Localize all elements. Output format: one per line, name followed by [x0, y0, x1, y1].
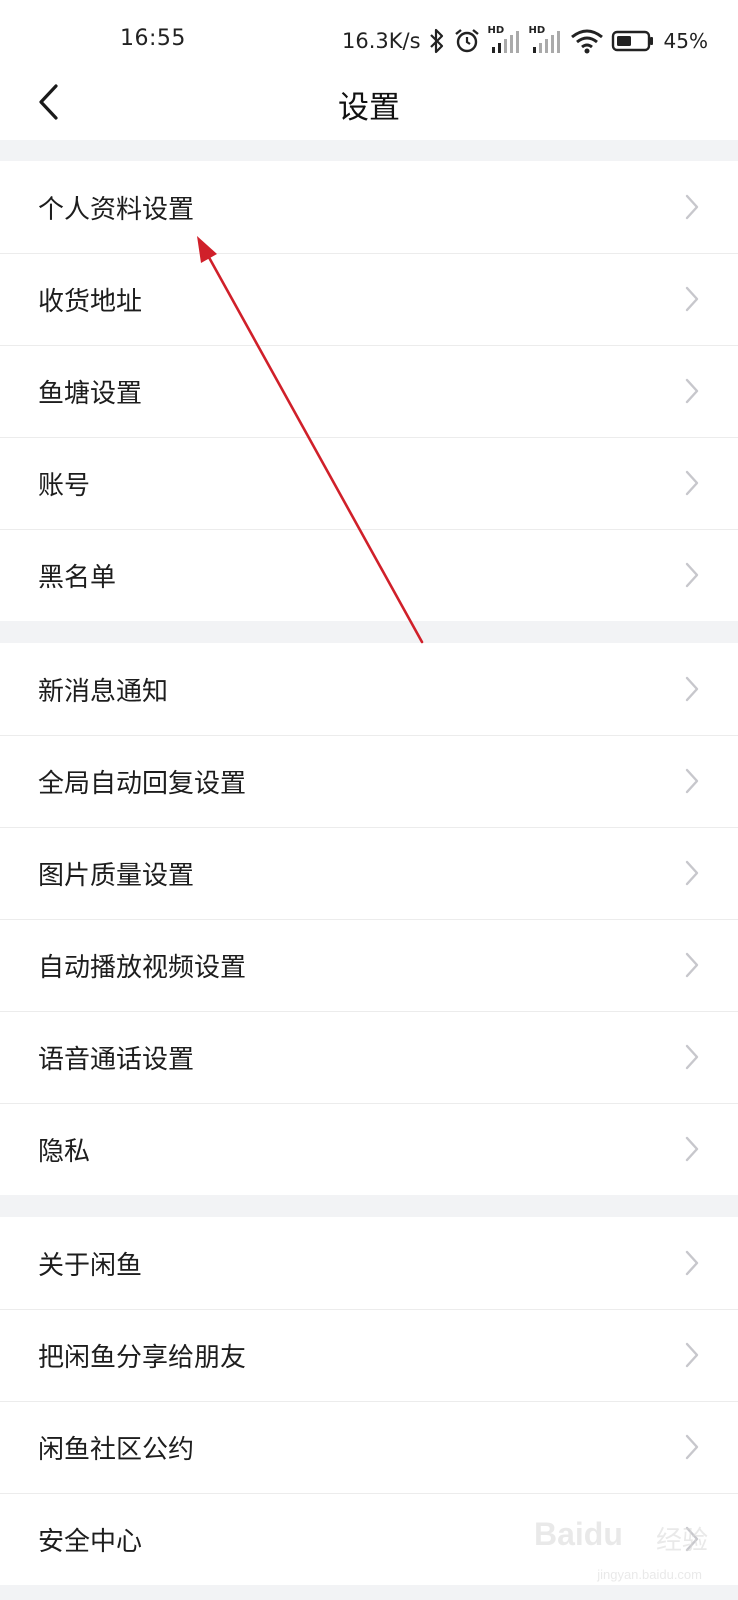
- cell-signal-icon: [491, 31, 519, 53]
- row-label: 收货地址: [38, 286, 143, 317]
- row-label: 新消息通知: [38, 676, 169, 707]
- bluetooth-icon: [429, 28, 443, 54]
- settings-row-new-message-notification[interactable]: 新消息通知: [0, 643, 738, 735]
- row-label: 自动播放视频设置: [38, 952, 247, 983]
- nav-bar: 设置: [0, 64, 738, 140]
- settings-section: 新消息通知 全局自动回复设置 图片质量设置 自动播放视频设置 语音通话设置 隐私: [0, 643, 738, 1195]
- settings-row-image-quality[interactable]: 图片质量设置: [0, 827, 738, 919]
- signal-2-indicator: HD: [529, 25, 563, 55]
- chevron-right-icon: [685, 378, 699, 404]
- settings-row-shipping-address[interactable]: 收货地址: [0, 253, 738, 345]
- settings-row-privacy[interactable]: 隐私: [0, 1103, 738, 1195]
- row-label: 闲鱼社区公约: [38, 1434, 195, 1465]
- settings-row-share-to-friends[interactable]: 把闲鱼分享给朋友: [0, 1309, 738, 1401]
- page-title: 设置: [338, 90, 400, 126]
- chevron-right-icon: [685, 562, 699, 588]
- row-label: 个人资料设置: [38, 194, 195, 225]
- row-label: 账号: [38, 470, 91, 501]
- settings-section: 个人资料设置 收货地址 鱼塘设置 账号 黑名单: [0, 161, 738, 621]
- section-divider: [0, 621, 738, 643]
- chevron-right-icon: [685, 1044, 699, 1070]
- chevron-right-icon: [685, 1250, 699, 1276]
- battery-percentage: 45%: [663, 29, 708, 53]
- settings-row-profile[interactable]: 个人资料设置: [0, 161, 738, 253]
- chevron-right-icon: [685, 860, 699, 886]
- row-label: 把闲鱼分享给朋友: [38, 1342, 247, 1373]
- row-label: 语音通话设置: [38, 1044, 195, 1075]
- alarm-icon: [454, 29, 479, 53]
- status-icons: 16.3K/s HD HD 45%: [342, 24, 708, 58]
- cell-signal-icon: [532, 31, 560, 53]
- chevron-right-icon: [685, 768, 699, 794]
- settings-row-account[interactable]: 账号: [0, 437, 738, 529]
- settings-row-fishpond[interactable]: 鱼塘设置: [0, 345, 738, 437]
- chevron-right-icon: [685, 1434, 699, 1460]
- row-label: 图片质量设置: [38, 860, 195, 891]
- row-label: 黑名单: [38, 562, 117, 593]
- settings-row-community-rules[interactable]: 闲鱼社区公约: [0, 1401, 738, 1493]
- settings-row-auto-reply[interactable]: 全局自动回复设置: [0, 735, 738, 827]
- watermark-brand: Baidu: [534, 1516, 623, 1552]
- battery-icon: [611, 30, 653, 52]
- wifi-icon: [570, 29, 603, 54]
- watermark-url: jingyan.baidu.com: [597, 1567, 702, 1582]
- row-label: 鱼塘设置: [38, 378, 143, 409]
- chevron-right-icon: [685, 1342, 699, 1368]
- chevron-right-icon: [685, 194, 699, 220]
- chevron-right-icon: [685, 952, 699, 978]
- row-label: 全局自动回复设置: [38, 768, 247, 799]
- settings-row-autoplay-video[interactable]: 自动播放视频设置: [0, 919, 738, 1011]
- chevron-right-icon: [685, 676, 699, 702]
- row-label: 安全中心: [38, 1526, 143, 1557]
- settings-row-voice-call[interactable]: 语音通话设置: [0, 1011, 738, 1103]
- signal-1-indicator: HD: [488, 25, 522, 55]
- watermark-label: 经验: [655, 1526, 708, 1556]
- section-divider: [0, 1195, 738, 1217]
- settings-row-blacklist[interactable]: 黑名单: [0, 529, 738, 621]
- chevron-right-icon: [685, 286, 699, 312]
- section-divider: [0, 140, 738, 161]
- row-label: 关于闲鱼: [38, 1250, 143, 1281]
- settings-row-about[interactable]: 关于闲鱼: [0, 1217, 738, 1309]
- chevron-right-icon: [685, 470, 699, 496]
- chevron-right-icon: [685, 1136, 699, 1162]
- row-label: 隐私: [38, 1136, 91, 1167]
- status-time: 16:55: [120, 26, 186, 51]
- settings-list: 个人资料设置 收货地址 鱼塘设置 账号 黑名单 新消息通知 全局自动回复设置 图…: [0, 140, 738, 1585]
- network-speed: 16.3K/s: [342, 29, 421, 53]
- baidu-jingyan-watermark: Baidu 经验 jingyan.baidu.com: [528, 1512, 708, 1582]
